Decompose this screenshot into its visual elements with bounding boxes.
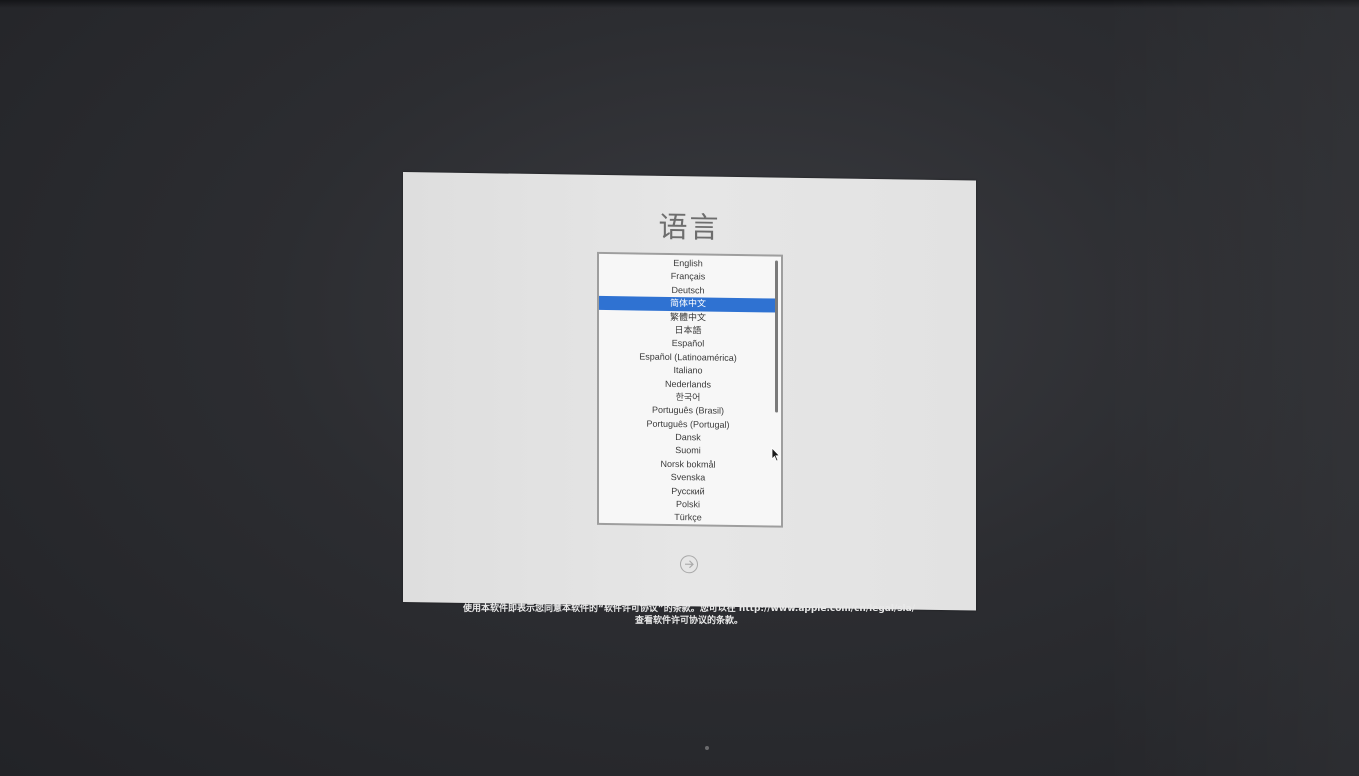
- page-title: 语言: [658, 209, 721, 245]
- language-list[interactable]: English Français Deutsch 简体中文 繁體中文 日本語 Español…: [597, 251, 783, 528]
- screen-glare: [1099, 0, 1359, 776]
- scrollbar-thumb[interactable]: [775, 260, 778, 413]
- license-notice-line-2: 查看软件许可协议的条款。: [634, 616, 743, 626]
- arrow-right-icon: [685, 560, 694, 569]
- camera-dot: [705, 746, 709, 750]
- screen-bezel: [0, 0, 1359, 8]
- language-selection-panel: 语言 English Français Deutsch 简体中文 繁體中文 日本語 Espa…: [403, 172, 976, 611]
- continue-button[interactable]: [680, 555, 698, 574]
- language-option[interactable]: Türkçe: [599, 510, 777, 526]
- language-list-items: English Français Deutsch 简体中文 繁體中文 日本語 Español…: [599, 256, 777, 526]
- language-list-scrollbar[interactable]: [773, 256, 781, 525]
- license-notice: 使用本软件即表示您同意本软件的“软件许可协议”的条款。您可以在 http://w…: [389, 603, 989, 627]
- license-notice-line-1: 使用本软件即表示您同意本软件的“软件许可协议”的条款。您可以在 http://w…: [462, 604, 916, 614]
- mouse-pointer-icon: [771, 447, 781, 462]
